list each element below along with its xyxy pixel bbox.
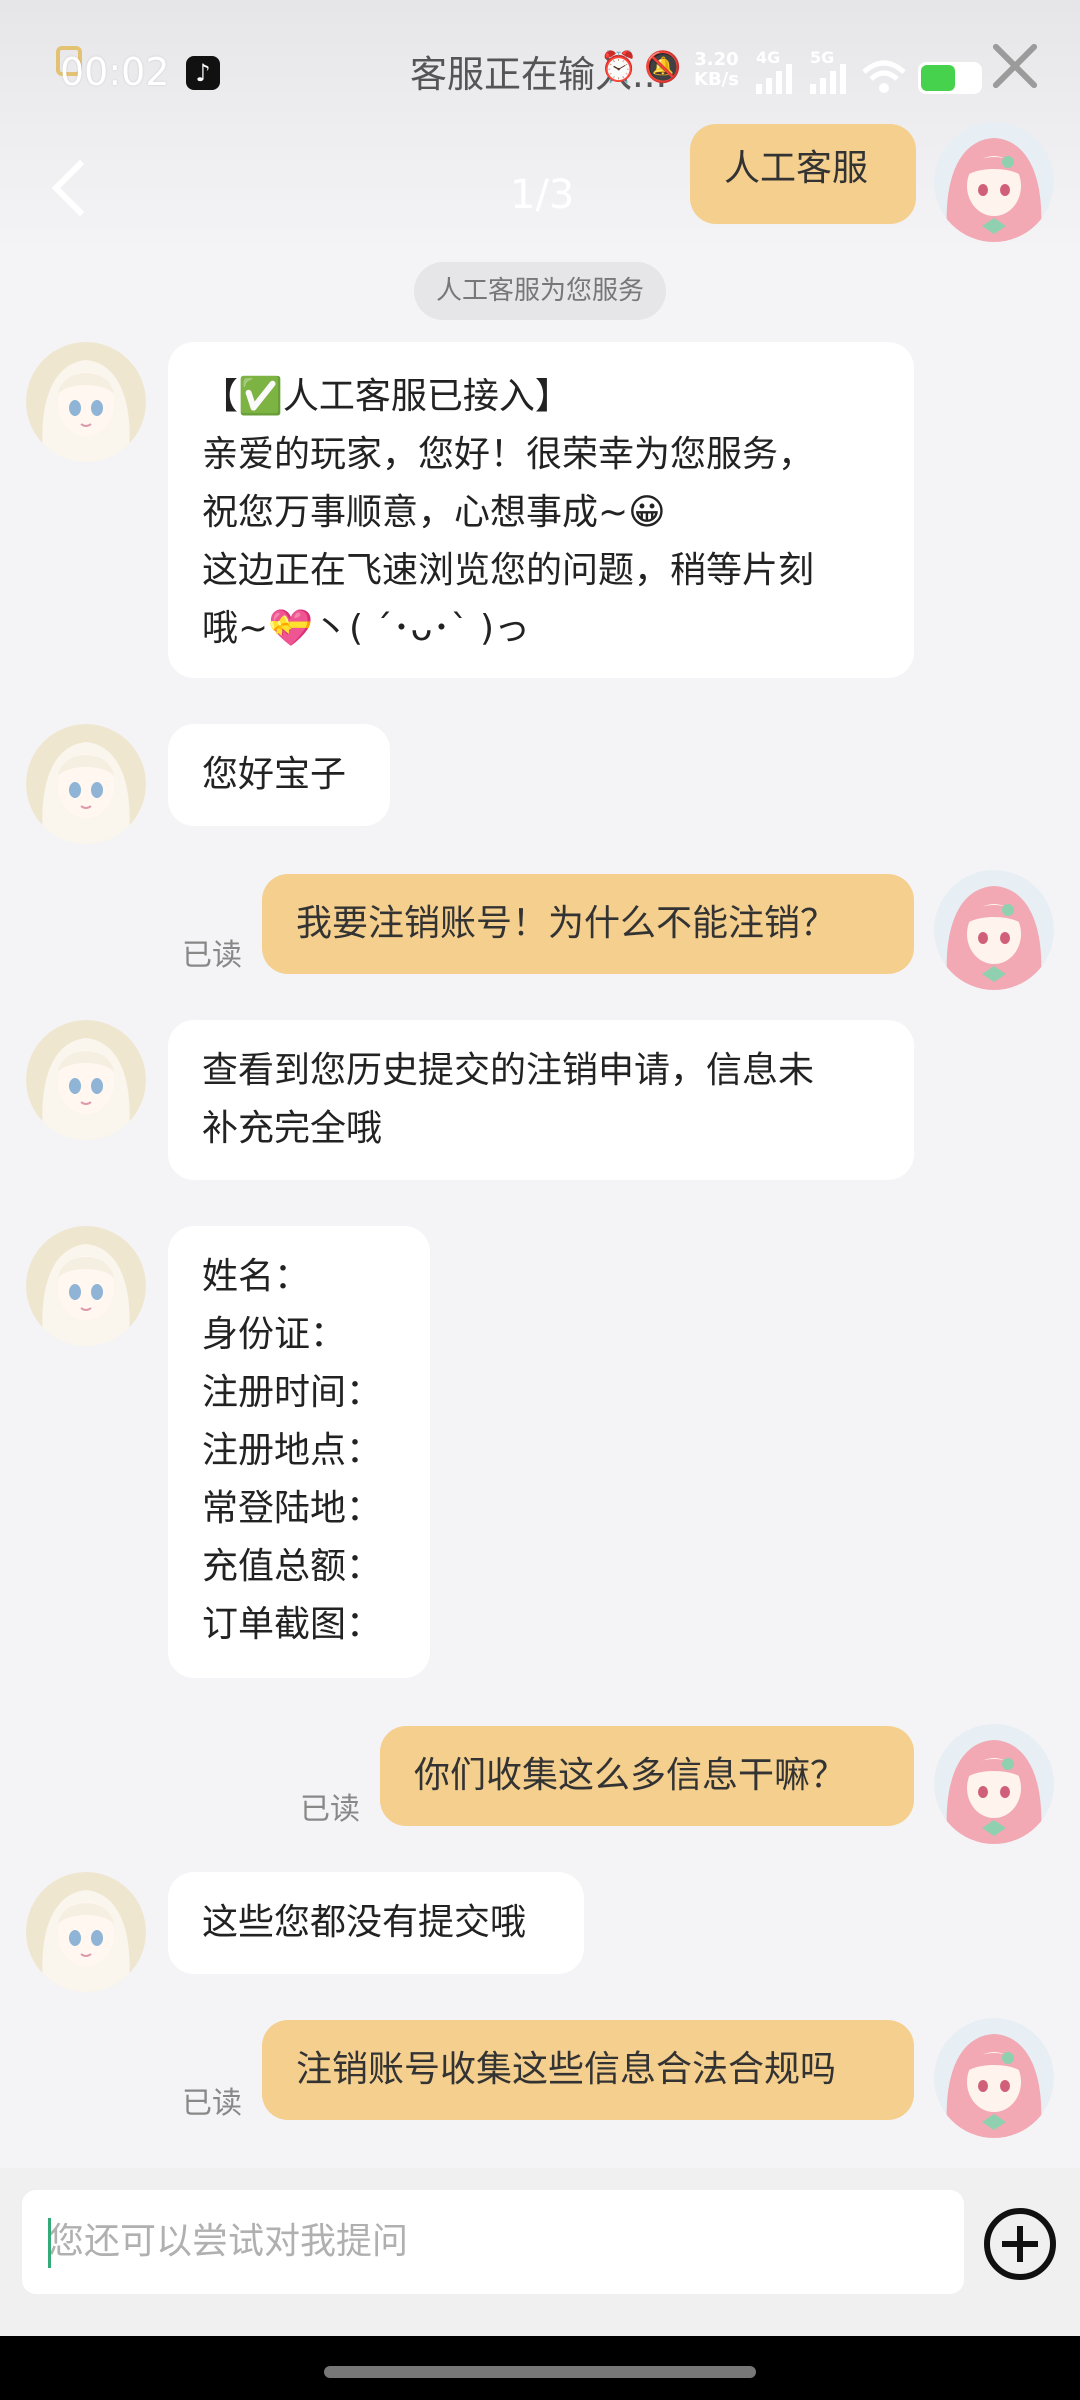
network-speed: 3.20 KB/s <box>694 49 739 90</box>
mute-icon: 🔕 <box>644 50 682 85</box>
tiktok-icon: ♪ <box>186 56 220 90</box>
user-message-bubble: 你们收集这么多信息干嘛？ <box>380 1726 914 1826</box>
page-counter: 1/3 <box>510 172 575 218</box>
agent-message-bubble: 姓名： 身份证： 注册时间： 注册地点： 常登陆地： 充值总额： 订单截图： <box>168 1226 430 1678</box>
input-bar: 您还可以尝试对我提问 <box>0 2168 1080 2336</box>
system-notice: 人工客服为您服务 <box>414 262 666 320</box>
status-icons: ⏰ 🔕 3.20 KB/s 4G 5G <box>600 48 1020 98</box>
add-plus-button[interactable] <box>984 2208 1056 2280</box>
read-receipt: 已读 <box>182 2086 242 2121</box>
agent-message-bubble: 【✅人工客服已接入】 亲爱的玩家，您好！很荣幸为您服务， 祝您万事顺意，心想事成… <box>168 342 914 678</box>
agent-avatar[interactable] <box>26 1872 146 1992</box>
user-avatar[interactable] <box>934 870 1054 990</box>
agent-avatar[interactable] <box>26 342 146 462</box>
home-indicator[interactable] <box>324 2366 756 2378</box>
agent-avatar[interactable] <box>26 1020 146 1140</box>
alarm-icon: ⏰ <box>600 50 638 85</box>
signal-4g-icon <box>756 64 792 94</box>
user-message-bubble: 注销账号收集这些信息合法合规吗 <box>262 2020 914 2120</box>
user-avatar[interactable] <box>934 2018 1054 2138</box>
agent-avatar[interactable] <box>26 1226 146 1346</box>
read-receipt: 已读 <box>182 938 242 973</box>
agent-message-bubble: 这些您都没有提交哦 <box>168 1872 584 1974</box>
read-receipt: 已读 <box>300 1792 360 1827</box>
close-button[interactable] <box>990 40 1040 90</box>
text-caret <box>48 2218 51 2268</box>
agent-message-bubble: 查看到您历史提交的注销申请，信息未 补充完全哦 <box>168 1020 914 1180</box>
user-message-bubble: 我要注销账号！为什么不能注销？ <box>262 874 914 974</box>
wifi-icon <box>862 60 906 93</box>
agent-avatar[interactable] <box>26 724 146 844</box>
signal-5g-icon <box>810 64 846 94</box>
agent-message-bubble: 您好宝子 <box>168 724 390 826</box>
user-avatar[interactable] <box>934 122 1054 242</box>
user-avatar[interactable] <box>934 1724 1054 1844</box>
user-message-bubble: 人工客服 <box>690 124 916 224</box>
battery-icon <box>918 62 982 94</box>
status-bar: 00:02 ♪ 客服正在输入... ⏰ 🔕 3.20 KB/s 4G 5G <box>0 30 1080 110</box>
status-time: 00:02 <box>60 50 170 94</box>
message-input[interactable]: 您还可以尝试对我提问 <box>22 2190 964 2294</box>
